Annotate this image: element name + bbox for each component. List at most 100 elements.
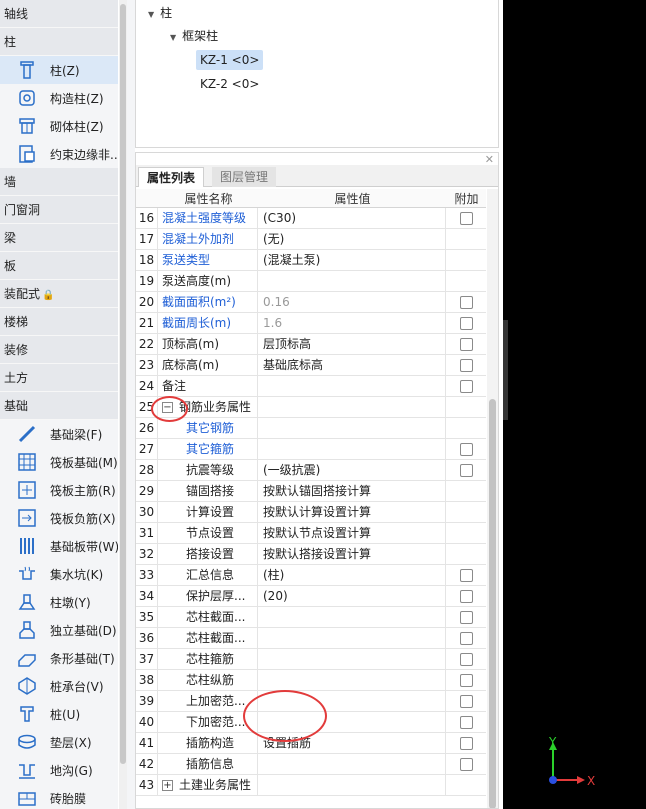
- property-value-cell[interactable]: [259, 670, 446, 691]
- property-value-cell[interactable]: (一级抗震): [259, 460, 446, 481]
- property-row[interactable]: 28 抗震等级 (一级抗震): [136, 460, 486, 481]
- additional-checkbox[interactable]: [460, 443, 473, 456]
- property-row[interactable]: 16 混凝土强度等级 (C30): [136, 208, 486, 229]
- property-value-cell[interactable]: (C30): [259, 208, 446, 229]
- nav-item[interactable]: 集水坑(K): [0, 560, 118, 588]
- property-name-cell[interactable]: 锚固搭接: [159, 481, 258, 502]
- property-value-cell[interactable]: 层顶标高: [259, 334, 446, 355]
- property-row[interactable]: 38 芯柱纵筋: [136, 670, 486, 691]
- property-row[interactable]: 34 保护层厚... (20): [136, 586, 486, 607]
- property-name-cell[interactable]: 搭接设置: [159, 544, 258, 565]
- additional-checkbox[interactable]: [460, 611, 473, 624]
- expand-icon[interactable]: +: [162, 780, 173, 791]
- property-value-cell[interactable]: (混凝土泵): [259, 250, 446, 271]
- property-row[interactable]: 36 芯柱截面...: [136, 628, 486, 649]
- property-row[interactable]: 40 下加密范...: [136, 712, 486, 733]
- property-row[interactable]: 23 底标高(m) 基础底标高: [136, 355, 486, 376]
- tree-node-column[interactable]: ▼ 柱: [148, 3, 172, 23]
- property-name-cell[interactable]: − 钢筋业务属性: [159, 397, 258, 418]
- additional-checkbox[interactable]: [460, 695, 473, 708]
- nav-category[interactable]: 土方: [0, 364, 118, 392]
- property-row[interactable]: 27 其它箍筋: [136, 439, 486, 460]
- nav-item[interactable]: 地沟(G): [0, 756, 118, 784]
- nav-item[interactable]: 砖胎膜: [0, 784, 118, 809]
- property-value-cell[interactable]: 按默认搭接设置计算: [259, 544, 446, 565]
- nav-item[interactable]: 柱墩(Y): [0, 588, 118, 616]
- nav-category[interactable]: 装修: [0, 336, 118, 364]
- collapse-icon[interactable]: −: [162, 402, 173, 413]
- property-row[interactable]: 24 备注: [136, 376, 486, 397]
- tab-property-list[interactable]: 属性列表: [138, 167, 205, 187]
- nav-item[interactable]: 基础板带(W): [0, 532, 118, 560]
- property-value-cell[interactable]: 1.6: [259, 313, 446, 334]
- property-name-cell[interactable]: 混凝土强度等级: [159, 208, 258, 229]
- tab-layer-management[interactable]: 图层管理: [212, 167, 277, 187]
- expand-triangle-icon[interactable]: ▼: [170, 33, 176, 42]
- tree-node-frame-column[interactable]: ▼ 框架柱: [170, 26, 218, 46]
- additional-checkbox[interactable]: [460, 212, 473, 225]
- property-row[interactable]: 21 截面周长(m) 1.6: [136, 313, 486, 334]
- nav-item[interactable]: 独立基础(D): [0, 616, 118, 644]
- nav-item[interactable]: 构造柱(Z): [0, 84, 118, 112]
- property-value-cell[interactable]: [259, 691, 446, 712]
- property-value-cell[interactable]: (无): [259, 229, 446, 250]
- nav-item[interactable]: 柱(Z): [0, 56, 118, 84]
- nav-category[interactable]: 梁: [0, 224, 118, 252]
- property-name-cell[interactable]: 截面周长(m): [159, 313, 258, 334]
- nav-category[interactable]: 墙: [0, 168, 118, 196]
- property-value-cell[interactable]: 基础底标高: [259, 355, 446, 376]
- property-row[interactable]: 32 搭接设置 按默认搭接设置计算: [136, 544, 486, 565]
- tree-leaf-kz2[interactable]: KZ-2 <0>: [200, 74, 259, 94]
- property-value-cell[interactable]: [259, 418, 446, 439]
- nav-item[interactable]: 桩承台(V): [0, 672, 118, 700]
- additional-checkbox[interactable]: [460, 380, 473, 393]
- grid-scrollbar[interactable]: [487, 189, 498, 808]
- property-row[interactable]: 35 芯柱截面...: [136, 607, 486, 628]
- property-name-cell[interactable]: 其它钢筋: [159, 418, 258, 439]
- property-name-cell[interactable]: 下加密范...: [159, 712, 258, 733]
- additional-checkbox[interactable]: [460, 674, 473, 687]
- property-row[interactable]: 19 泵送高度(m): [136, 271, 486, 292]
- nav-item[interactable]: 筏板基础(M): [0, 448, 118, 476]
- property-row[interactable]: 37 芯柱箍筋: [136, 649, 486, 670]
- nav-item[interactable]: 垫层(X): [0, 728, 118, 756]
- nav-category[interactable]: 轴线: [0, 0, 118, 28]
- nav-item[interactable]: 筏板主筋(R): [0, 476, 118, 504]
- nav-category[interactable]: 门窗洞: [0, 196, 118, 224]
- property-name-cell[interactable]: 芯柱纵筋: [159, 670, 258, 691]
- property-row[interactable]: 20 截面面积(m²) 0.16: [136, 292, 486, 313]
- nav-category[interactable]: 楼梯: [0, 308, 118, 336]
- property-name-cell[interactable]: 汇总信息: [159, 565, 258, 586]
- property-value-cell[interactable]: [259, 628, 446, 649]
- nav-item[interactable]: 桩(U): [0, 700, 118, 728]
- property-name-cell[interactable]: 泵送高度(m): [159, 271, 258, 292]
- nav-item[interactable]: 筏板负筋(X): [0, 504, 118, 532]
- property-name-cell[interactable]: 混凝土外加剂: [159, 229, 258, 250]
- property-name-cell[interactable]: 底标高(m): [159, 355, 258, 376]
- property-value-cell[interactable]: (柱): [259, 565, 446, 586]
- property-value-cell[interactable]: [259, 439, 446, 460]
- property-row[interactable]: 30 计算设置 按默认计算设置计算: [136, 502, 486, 523]
- property-name-cell[interactable]: 插筋信息: [159, 754, 258, 775]
- property-name-cell[interactable]: 芯柱箍筋: [159, 649, 258, 670]
- nav-item[interactable]: 基础梁(F): [0, 420, 118, 448]
- property-name-cell[interactable]: 计算设置: [159, 502, 258, 523]
- property-name-cell[interactable]: 芯柱截面...: [159, 607, 258, 628]
- property-name-cell[interactable]: 截面面积(m²): [159, 292, 258, 313]
- additional-checkbox[interactable]: [460, 758, 473, 771]
- property-row[interactable]: 31 节点设置 按默认节点设置计算: [136, 523, 486, 544]
- property-value-cell[interactable]: 按默认计算设置计算: [259, 502, 446, 523]
- property-value-cell[interactable]: [259, 712, 446, 733]
- property-value-cell[interactable]: 设置插筋: [259, 733, 446, 754]
- nav-item[interactable]: 砌体柱(Z): [0, 112, 118, 140]
- property-row[interactable]: 22 顶标高(m) 层顶标高: [136, 334, 486, 355]
- property-value-cell[interactable]: [259, 649, 446, 670]
- nav-scrollbar-thumb[interactable]: [120, 4, 126, 764]
- additional-checkbox[interactable]: [460, 653, 473, 666]
- property-row[interactable]: 42 插筋信息: [136, 754, 486, 775]
- property-name-cell[interactable]: 备注: [159, 376, 258, 397]
- property-value-cell[interactable]: [259, 754, 446, 775]
- additional-checkbox[interactable]: [460, 737, 473, 750]
- additional-checkbox[interactable]: [460, 296, 473, 309]
- nav-category[interactable]: 板: [0, 252, 118, 280]
